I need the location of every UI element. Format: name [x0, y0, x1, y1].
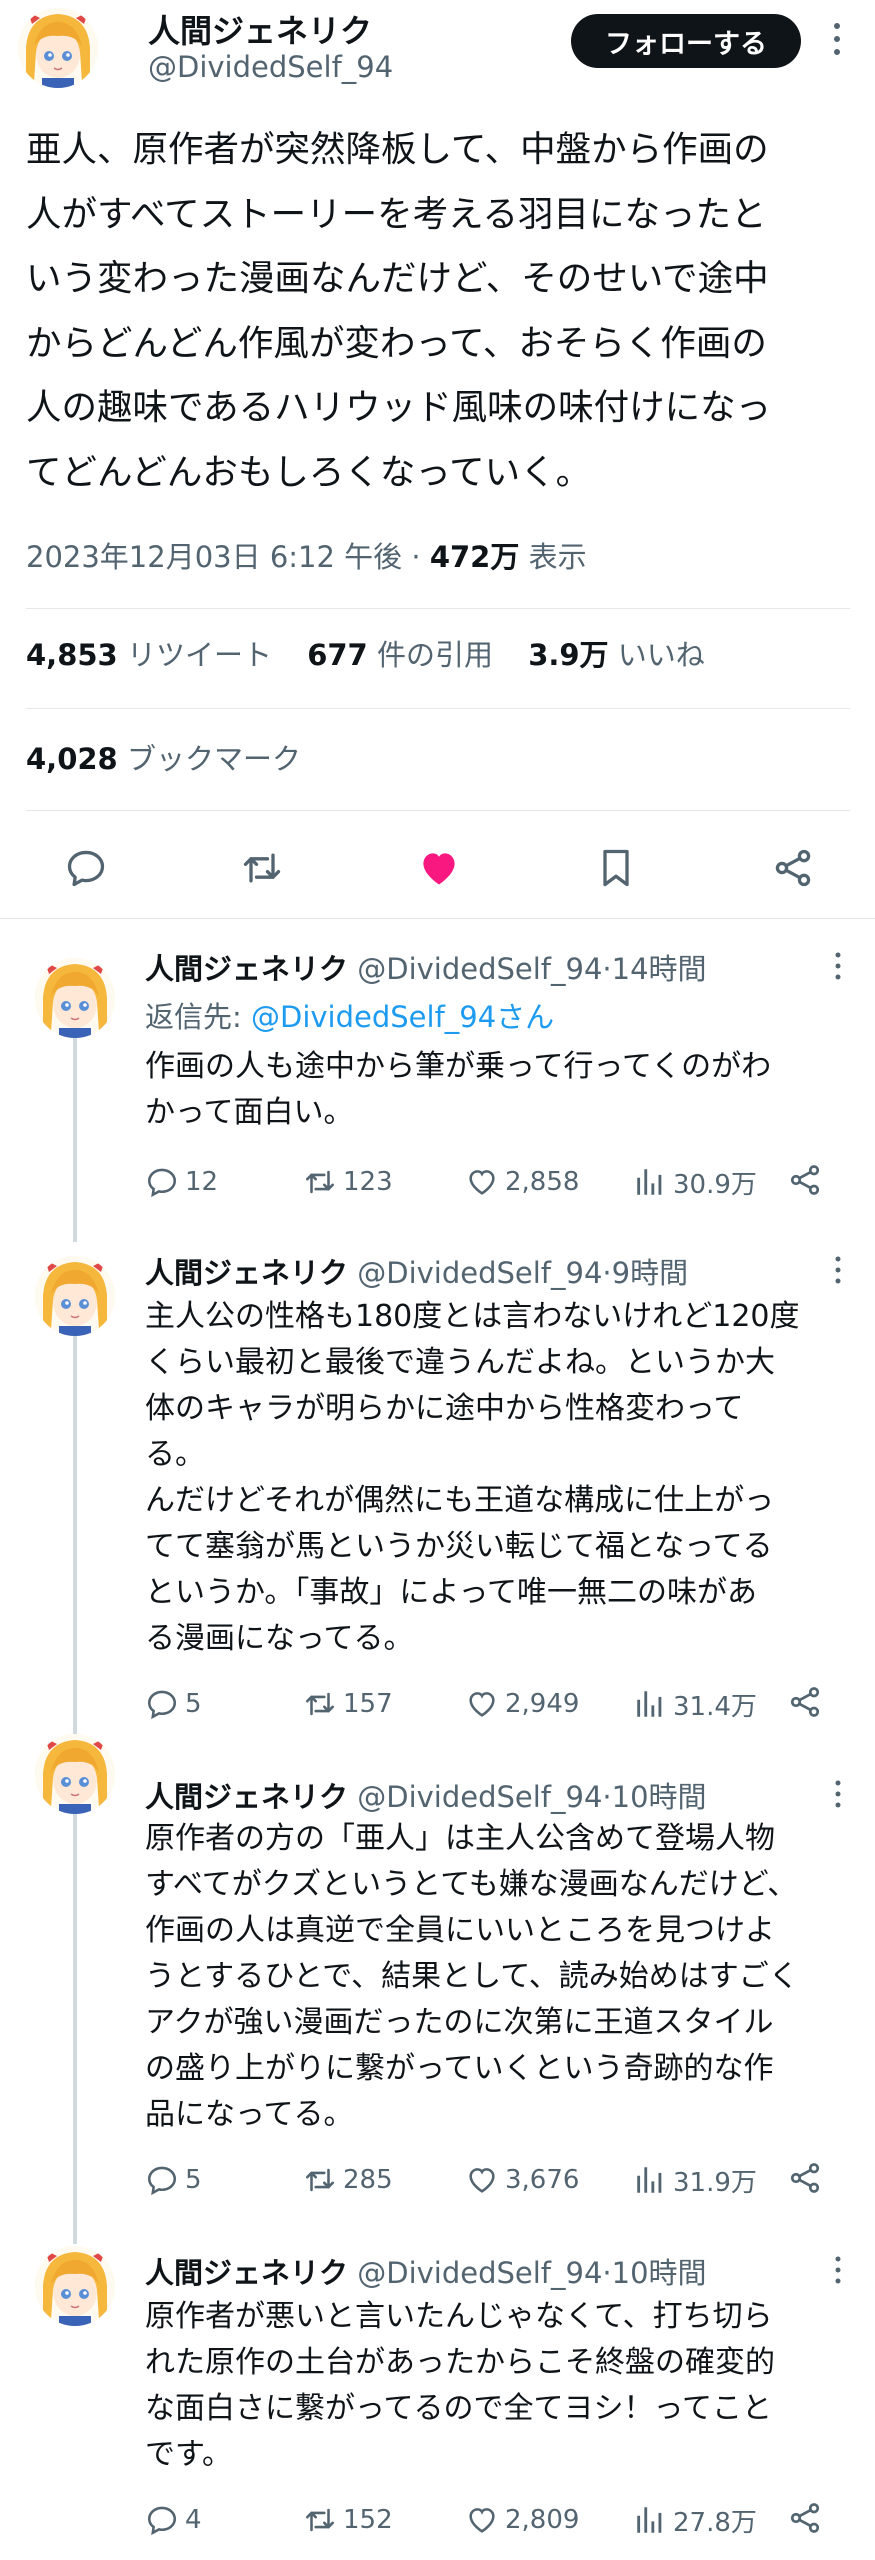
reply-icon	[147, 2166, 177, 2196]
author-name[interactable]: 人間ジェネリク	[148, 6, 372, 52]
analytics-icon	[637, 1169, 662, 1195]
views-button[interactable]: 31.4万	[633, 1682, 757, 1726]
quote-stat[interactable]: 677 件の引用	[307, 638, 493, 672]
reply-to-label: 返信先: @DividedSelf_94さん	[145, 1000, 555, 1034]
reply-button[interactable]: 12	[145, 1160, 218, 1204]
reply-actions: 5 285 3,676 31.9万	[145, 2158, 845, 2202]
reply-actions: 12 123 2,858 30.9万	[145, 1160, 845, 1204]
author-avatar[interactable]	[18, 8, 98, 88]
reply-header: 人間ジェネリク @DividedSelf_94·10時間	[145, 1780, 707, 1814]
reply-header: 人間ジェネリク @DividedSelf_94·14時間	[145, 952, 707, 986]
thread-line	[73, 1814, 77, 2244]
reply-icon	[147, 1168, 177, 1198]
reply-text: 原作者の方の「亜人」は主人公含めて登場人物 すべてがクズというとても嫌な漫画なん…	[145, 1821, 799, 2132]
like-button[interactable]: 2,809	[465, 2498, 579, 2542]
like-button[interactable]: 2,949	[465, 1682, 579, 1726]
more-options-icon[interactable]	[828, 1250, 848, 1290]
like-button[interactable]: 3,676	[465, 2158, 579, 2202]
reply-icon	[147, 2506, 177, 2536]
reply-avatar[interactable]	[35, 2246, 115, 2326]
divider	[0, 918, 875, 919]
reply-to-link[interactable]: @DividedSelf_94さん	[251, 1000, 554, 1034]
retweet-button[interactable]: 157	[303, 1682, 393, 1726]
more-options-icon[interactable]	[828, 1774, 848, 1814]
reply-header: 人間ジェネリク @DividedSelf_94·10時間	[145, 2256, 707, 2290]
like-stat[interactable]: 3.9万 いいね	[528, 638, 705, 672]
retweet-icon	[305, 2168, 335, 2192]
reply-text: 原作者が悪いと言いたんじゃなくて、打ち切ら れた原作の土台があったからこそ終盤の…	[145, 2299, 775, 2472]
like-icon	[469, 1692, 495, 1717]
analytics-icon	[637, 2167, 662, 2193]
analytics-icon	[637, 1691, 662, 1717]
like-icon	[469, 1170, 495, 1195]
divider	[26, 608, 850, 609]
retweet-icon	[305, 1692, 335, 1716]
more-options-icon[interactable]	[828, 2250, 848, 2290]
tweet-text: 亜人、原作者が突然降板して、中盤から作画の 人がすべてストーリーを考える羽目にな…	[26, 129, 772, 493]
reply-text: 主人公の性格も180度とは言わないけれど120度 くらい最初と最後で違うんだよね…	[145, 1299, 800, 1656]
retweet-icon[interactable]	[240, 846, 284, 890]
bookmark-stats[interactable]: 4,028 ブックマーク	[26, 736, 301, 778]
divider	[26, 708, 850, 709]
reply-header: 人間ジェネリク @DividedSelf_94·9時間	[145, 1256, 689, 1290]
thread-line	[73, 1336, 77, 1762]
reply-button[interactable]: 5	[145, 2158, 202, 2202]
reply-icon	[147, 1690, 177, 1720]
reply-avatar[interactable]	[35, 958, 115, 1038]
share-icon[interactable]	[787, 2160, 823, 2196]
reply-button[interactable]: 4	[145, 2498, 202, 2542]
divider	[26, 810, 850, 811]
views-button[interactable]: 30.9万	[633, 1160, 757, 1204]
tweet-action-bar	[0, 830, 875, 904]
retweet-stat[interactable]: 4,853 リツイート	[26, 638, 272, 672]
retweet-icon	[305, 1170, 335, 1194]
reply-avatar[interactable]	[35, 1734, 115, 1814]
tweet-timestamp[interactable]: 2023年12月03日 6:12 午後	[26, 540, 402, 574]
like-icon	[469, 2508, 495, 2533]
retweet-icon	[305, 2508, 335, 2532]
share-icon[interactable]	[787, 1684, 823, 1720]
reply-actions: 5 157 2,949 31.4万	[145, 1682, 845, 1726]
reply-avatar[interactable]	[35, 1256, 115, 1336]
follow-button[interactable]: フォローする	[571, 14, 801, 68]
like-icon[interactable]	[417, 846, 461, 890]
retweet-button[interactable]: 152	[303, 2498, 393, 2542]
analytics-icon	[637, 2507, 662, 2533]
like-icon	[469, 2168, 495, 2193]
engagement-stats: 4,853 リツイート 677 件の引用 3.9万 いいね	[26, 632, 705, 674]
more-options-icon[interactable]	[822, 14, 852, 64]
share-icon[interactable]	[787, 1162, 823, 1198]
reply-icon[interactable]	[64, 846, 108, 890]
views-button[interactable]: 27.8万	[633, 2498, 757, 2542]
reply-button[interactable]: 5	[145, 1682, 202, 1726]
reply-text: 作画の人も途中から筆が乗って行ってくのがわ かって面白い。	[145, 1049, 772, 1130]
share-icon[interactable]	[771, 846, 815, 890]
tweet-meta: 2023年12月03日 6:12 午後 · 472万 表示	[26, 540, 587, 574]
view-count: 472万	[429, 540, 520, 574]
retweet-button[interactable]: 123	[303, 1160, 393, 1204]
author-handle[interactable]: @DividedSelf_94	[148, 50, 393, 84]
views-button[interactable]: 31.9万	[633, 2158, 757, 2202]
like-button[interactable]: 2,858	[465, 1160, 579, 1204]
thread-line	[73, 1036, 77, 1242]
more-options-icon[interactable]	[828, 946, 848, 986]
reply-actions: 4 152 2,809 27.8万	[145, 2498, 845, 2542]
retweet-button[interactable]: 285	[303, 2158, 393, 2202]
bookmark-icon[interactable]	[594, 846, 638, 890]
share-icon[interactable]	[787, 2500, 823, 2536]
